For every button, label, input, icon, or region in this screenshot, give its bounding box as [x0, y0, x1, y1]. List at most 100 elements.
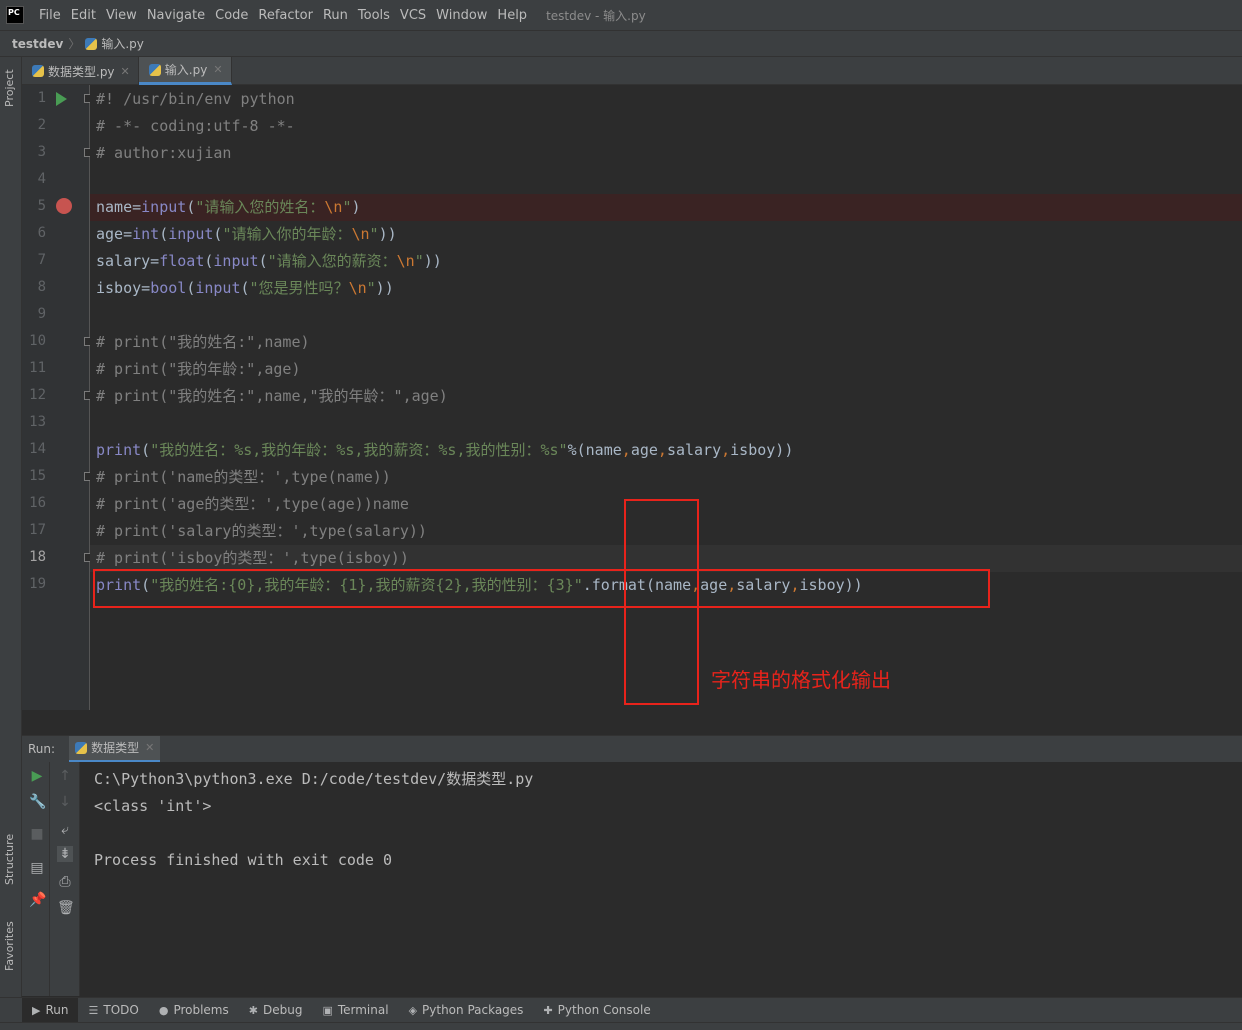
run-panel-header: Run: 数据类型 ✕	[22, 735, 1242, 763]
editor-tab-datatypes[interactable]: 数据类型.py ✕	[22, 57, 139, 85]
menu-code[interactable]: Code	[210, 8, 253, 23]
python-file-icon	[148, 63, 161, 76]
tool-tab-label: Python Packages	[422, 1003, 524, 1017]
run-console-output[interactable]: C:\Python3\python3.exe D:/code/testdev/数…	[80, 762, 1242, 996]
tool-tab-todo[interactable]: ☰ TODO	[78, 998, 148, 1023]
run-toolbar-secondary: ↑ ↓ ⤶ ⇟ ⎙ 🗑	[50, 762, 80, 996]
menu-help[interactable]: Help	[492, 8, 532, 23]
play-icon: ▶	[32, 1003, 41, 1017]
line-number: 5	[37, 198, 46, 214]
line-number: 19	[29, 576, 46, 592]
console-line: <class 'int'>	[94, 797, 212, 815]
menu-window[interactable]: Window	[431, 8, 492, 23]
run-tab-label: 数据类型	[91, 741, 140, 755]
tool-tab-python-packages[interactable]: ◈ Python Packages	[399, 998, 534, 1023]
print-icon[interactable]: ⎙	[57, 874, 73, 890]
line-number: 8	[37, 279, 46, 295]
close-icon[interactable]: ✕	[145, 741, 154, 754]
arrow-up-icon[interactable]: ↑	[57, 768, 73, 784]
menu-navigate[interactable]: Navigate	[142, 8, 210, 23]
tool-tab-problems[interactable]: ● Problems	[149, 998, 239, 1023]
favorites-tool-button[interactable]: Favorites	[3, 921, 16, 971]
code-line[interactable]: age=int(input("请输入你的年龄：\n"))	[90, 221, 1242, 248]
run-gutter-icon[interactable]	[56, 92, 67, 106]
code-line[interactable]: # print("我的姓名:",name,"我的年龄：",age)	[90, 383, 1242, 410]
tool-tab-run[interactable]: ▶ Run	[22, 997, 79, 1023]
editor-gutter[interactable]: 1 2 3 4 5 6 7 8 9 10 11 12 13 14 15 16 17 18 19	[22, 85, 93, 710]
run-tab[interactable]: 数据类型 ✕	[69, 735, 161, 763]
editor-tab-label: 输入.py	[164, 63, 208, 77]
tool-tab-label: Python Console	[557, 1003, 651, 1017]
close-icon[interactable]: ✕	[213, 63, 222, 76]
editor-tab-input[interactable]: 输入.py ✕	[138, 57, 232, 85]
code-line[interactable]: salary=float(input("请输入您的薪资：\n"))	[90, 248, 1242, 275]
console-line: C:\Python3\python3.exe D:/code/testdev/数…	[94, 770, 534, 788]
line-number: 17	[29, 522, 46, 538]
scroll-to-end-icon[interactable]: ⇟	[57, 846, 73, 862]
console-line: Process finished with exit code 0	[94, 851, 393, 869]
line-number: 18	[29, 549, 46, 565]
stop-icon[interactable]: ■	[29, 826, 45, 842]
line-number: 4	[37, 171, 46, 187]
tool-tab-label: Problems	[173, 1003, 229, 1017]
breadcrumb-project[interactable]: testdev	[12, 37, 63, 51]
code-line[interactable]: name=input("请输入您的姓名：\n")	[90, 194, 1242, 221]
line-number: 11	[29, 360, 46, 376]
line-number: 7	[37, 252, 46, 268]
wrench-icon[interactable]: 🔧	[29, 794, 46, 810]
tool-tab-label: Run	[45, 1003, 69, 1017]
run-toolbar-primary: ▶ 🔧 ■ ▤ 📌	[22, 762, 50, 996]
list-icon: ☰	[88, 1003, 99, 1017]
menu-edit[interactable]: Edit	[66, 8, 101, 23]
code-line[interactable]: # print("我的年龄:",age)	[90, 356, 1242, 383]
tool-tab-terminal[interactable]: ▣ Terminal	[312, 998, 398, 1023]
code-line[interactable]: isboy=bool(input("您是男性吗？\n"))	[90, 275, 1242, 302]
code-line[interactable]: # -*- coding:utf-8 -*-	[90, 113, 1242, 140]
pycharm-logo-icon: PC	[6, 6, 24, 24]
line-number: 12	[29, 387, 46, 403]
arrow-down-icon[interactable]: ↓	[57, 794, 73, 810]
code-line[interactable]	[90, 410, 1242, 437]
code-line[interactable]	[90, 302, 1242, 329]
menu-refactor[interactable]: Refactor	[253, 8, 318, 23]
code-line[interactable]: # author:xujian	[90, 140, 1242, 167]
breadcrumb-file[interactable]: 输入.py	[101, 35, 144, 52]
menu-file[interactable]: File	[34, 8, 66, 23]
menu-run[interactable]: Run	[318, 8, 353, 23]
breakpoint-icon[interactable]	[56, 198, 72, 214]
annotation-note: 字符串的格式化输出	[711, 668, 891, 692]
menu-tools[interactable]: Tools	[353, 8, 395, 23]
tool-tab-debug[interactable]: ✱ Debug	[239, 998, 313, 1023]
layout-icon[interactable]: ▤	[29, 860, 45, 876]
editor-tab-bar: 数据类型.py ✕ 输入.py ✕	[22, 57, 1242, 85]
tool-tab-python-console[interactable]: ✚ Python Console	[533, 998, 660, 1023]
line-number: 10	[29, 333, 46, 349]
menu-vcs[interactable]: VCS	[395, 8, 431, 23]
structure-tool-button[interactable]: Structure	[3, 834, 16, 885]
code-line[interactable]	[90, 167, 1242, 194]
soft-wrap-icon[interactable]: ⤶	[57, 822, 73, 838]
editor-tab-label: 数据类型.py	[48, 64, 115, 79]
breadcrumb: testdev 〉 输入.py	[0, 30, 1242, 57]
run-panel-label: Run:	[28, 742, 56, 756]
line-number: 6	[37, 225, 46, 241]
package-icon: ◈	[408, 1003, 418, 1017]
code-line[interactable]: # print('name的类型：',type(name))	[90, 464, 1242, 491]
tool-tab-label: Terminal	[337, 1003, 389, 1017]
rerun-icon[interactable]: ▶	[29, 768, 45, 784]
line-number: 14	[29, 441, 46, 457]
line-number: 13	[29, 414, 46, 430]
code-line[interactable]: print("我的姓名：%s,我的年龄：%s,我的薪资：%s,我的性别：%s"%…	[90, 437, 1242, 464]
project-tool-button[interactable]: Project	[3, 69, 16, 107]
line-number: 1	[37, 90, 46, 106]
code-line[interactable]: #! /usr/bin/env python	[90, 86, 1242, 113]
chevron-right-icon: 〉	[68, 37, 81, 51]
code-line[interactable]: # print("我的姓名:",name)	[90, 329, 1242, 356]
status-bar	[0, 1022, 1242, 1030]
trash-icon[interactable]: 🗑	[57, 900, 75, 916]
menu-view[interactable]: View	[101, 8, 142, 23]
pin-icon[interactable]: 📌	[29, 892, 46, 908]
close-icon[interactable]: ✕	[121, 65, 130, 78]
line-number: 15	[29, 468, 46, 484]
